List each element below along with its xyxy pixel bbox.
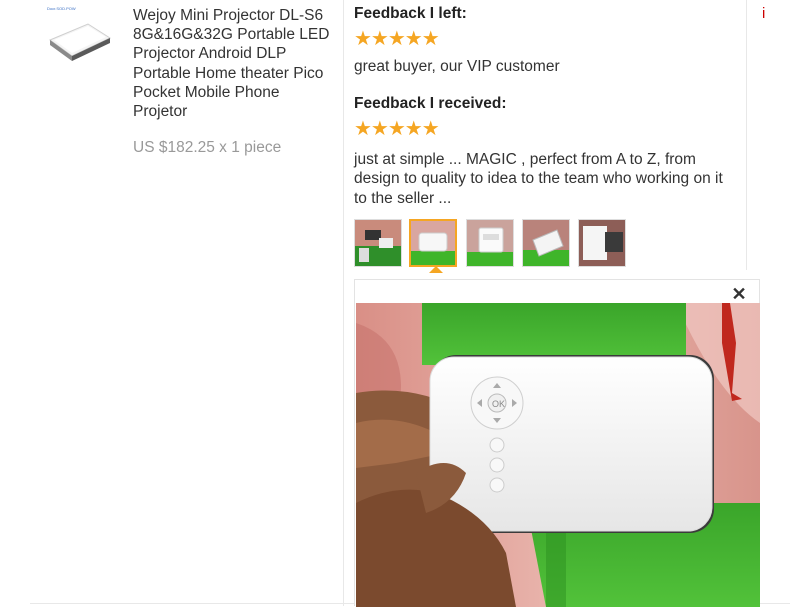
product-price: US $182.25 x 1 piece bbox=[133, 139, 282, 156]
column-divider bbox=[343, 0, 344, 606]
product-thumbnail[interactable]: Docr.SOD.POW bbox=[42, 6, 114, 72]
active-photo-caret bbox=[429, 266, 443, 273]
photo-thumbnail-active[interactable] bbox=[409, 219, 457, 267]
photo-thumbnail[interactable] bbox=[466, 219, 514, 267]
photo-thumbnail[interactable] bbox=[522, 219, 570, 267]
photo-thumbnail[interactable] bbox=[354, 219, 402, 267]
projector-thumbnail-icon bbox=[48, 23, 112, 61]
feedback-received-stars: ★★★★★ bbox=[354, 118, 440, 140]
feedback-left-heading: Feedback I left: bbox=[354, 5, 467, 22]
photo-thumbnail-image bbox=[411, 221, 455, 265]
corner-mark: i bbox=[762, 5, 766, 22]
projector-photo-image: OK bbox=[356, 303, 760, 607]
feedback-left-text: great buyer, our VIP customer bbox=[354, 58, 560, 75]
feedback-left-stars: ★★★★★ bbox=[354, 28, 440, 50]
product-thumbnail-logo: Docr.SOD.POW bbox=[47, 6, 76, 11]
enlarged-photo[interactable]: OK bbox=[356, 303, 760, 607]
product-title[interactable]: Wejoy Mini Projector DL-S6 8G&16G&32G Po… bbox=[133, 6, 338, 121]
photo-thumbnail-image bbox=[467, 220, 513, 266]
photo-thumbnail-image bbox=[355, 220, 401, 266]
svg-text:OK: OK bbox=[492, 399, 505, 409]
photo-thumbnail[interactable] bbox=[578, 219, 626, 267]
close-viewer-button[interactable]: ✕ bbox=[731, 285, 747, 303]
photo-thumbnail-image bbox=[579, 220, 625, 266]
feedback-received-text: just at simple ... MAGIC , perfect from … bbox=[354, 151, 723, 207]
photo-thumbnail-image bbox=[523, 220, 569, 266]
photo-viewer: ✕ OK bbox=[354, 279, 760, 607]
feedback-received-heading: Feedback I received: bbox=[354, 95, 507, 112]
right-divider bbox=[746, 0, 747, 270]
